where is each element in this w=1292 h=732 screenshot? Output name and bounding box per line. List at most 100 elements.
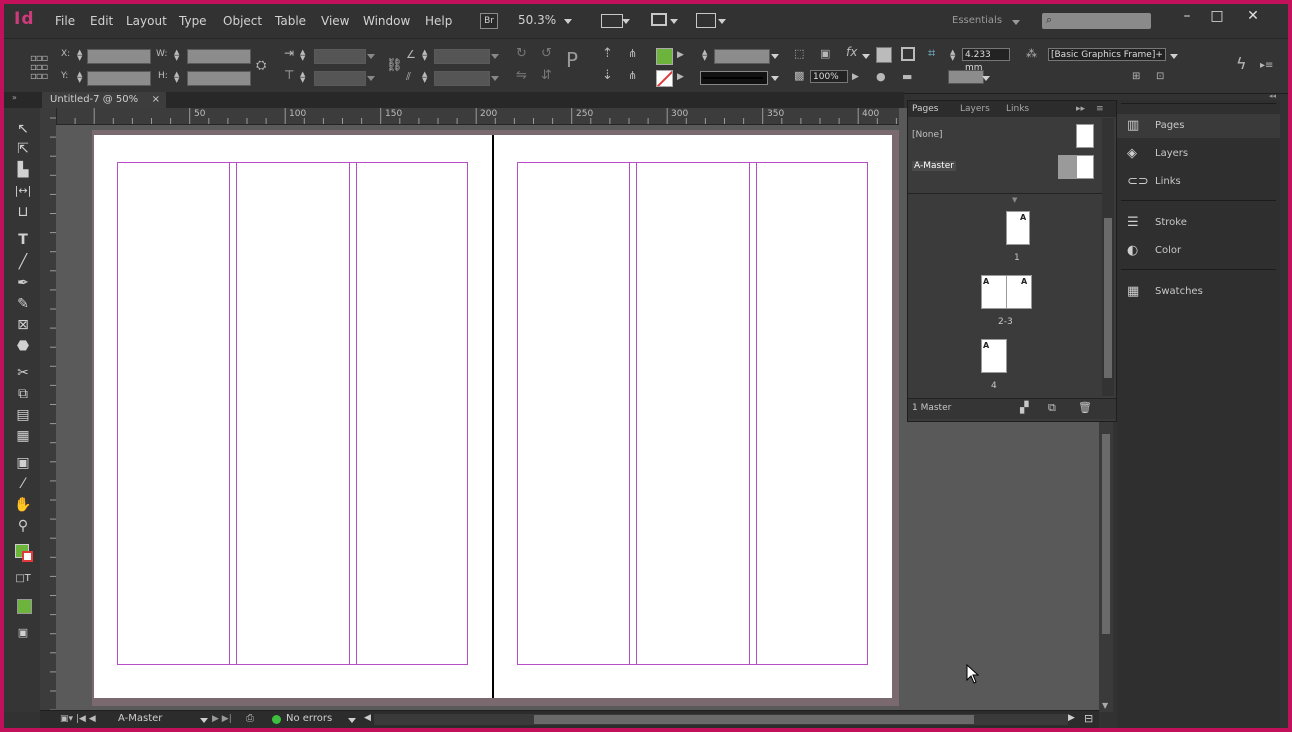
fill-frame-icon[interactable]: ▬ <box>902 70 912 83</box>
scroll-left-icon[interactable]: ◀ <box>364 713 371 723</box>
x-field[interactable] <box>87 49 151 64</box>
stroke-play-icon[interactable]: ▶ <box>677 71 684 84</box>
dock-separator[interactable] <box>1121 200 1276 205</box>
preflight-chevron-down-icon[interactable] <box>348 718 356 723</box>
pages-panel-scroll-thumb[interactable] <box>1104 218 1112 378</box>
rotate-cw-icon[interactable]: ↻ <box>516 47 527 60</box>
select-previous-icon[interactable]: ⋔ <box>628 47 637 60</box>
content-collector-tool-icon[interactable]: ⊔ <box>13 203 33 221</box>
h-field[interactable] <box>187 71 251 86</box>
dock-item-pages[interactable]: ▥ Pages <box>1117 114 1280 138</box>
scale-y-spinner-icon[interactable]: ▲ ▼ <box>300 71 305 84</box>
panel-divider[interactable] <box>908 193 1102 196</box>
stroke-type-dropdown[interactable] <box>700 71 768 85</box>
arrange-chevron-down-icon[interactable] <box>718 19 726 24</box>
formatting-affects-container-icon[interactable]: □T <box>13 570 33 588</box>
panel-collapse-icon[interactable]: ▸▸ <box>1076 104 1085 114</box>
dock-item-color[interactable]: ◐ Color <box>1117 239 1280 263</box>
zoom-level-dropdown[interactable]: 50.3% <box>518 13 556 27</box>
x-spinner-icon[interactable]: ▲ ▼ <box>77 49 82 62</box>
collapse-toolbox-icon[interactable]: » <box>12 93 17 102</box>
frame-fitting-icon[interactable]: ⊡ <box>1156 70 1164 83</box>
scale-x-field[interactable] <box>314 49 366 64</box>
text-wrap-box-icon[interactable]: ▣ <box>820 47 830 60</box>
screen-mode-chevron-down-icon[interactable] <box>670 19 678 24</box>
page-field-chevron-down-icon[interactable] <box>200 718 208 723</box>
shear-field[interactable] <box>434 71 490 86</box>
scissors-tool-icon[interactable]: ✂ <box>13 364 33 382</box>
horizontal-ruler[interactable]: 50 100 150 200 250 300 350 400 <box>56 108 904 125</box>
polygon-tool-icon[interactable]: ⬣ <box>13 337 33 355</box>
search-input[interactable]: ⌕ <box>1042 13 1151 29</box>
menu-type[interactable]: Type <box>179 14 207 28</box>
dock-item-stroke[interactable]: ☰ Stroke <box>1117 211 1280 235</box>
dock-grip[interactable] <box>1121 103 1276 108</box>
opacity-play-icon[interactable]: ▶ <box>852 71 859 84</box>
menu-file[interactable]: File <box>55 14 75 28</box>
view-options-icon[interactable] <box>601 14 623 28</box>
vertical-scroll-thumb[interactable] <box>1102 434 1110 634</box>
select-container-icon[interactable]: ⇡ <box>602 47 613 60</box>
scale-y-field[interactable] <box>314 71 366 86</box>
stroke-type-chevron-down-icon[interactable] <box>771 76 779 81</box>
reference-point-icon[interactable]: ▫▫▫ ▫▫▫ ▫▫▫ <box>30 54 48 82</box>
page-4-thumbnail[interactable]: A <box>981 339 1007 373</box>
frame-corner-chevron-down-icon[interactable] <box>982 76 990 81</box>
shadow-toggle-icon[interactable] <box>876 47 892 63</box>
menu-table[interactable]: Table <box>275 14 306 28</box>
constrain-proportions-icon[interactable]: ⛭ <box>256 59 266 72</box>
menu-layout[interactable]: Layout <box>126 14 167 28</box>
fill-swatch[interactable] <box>656 48 673 65</box>
horizontal-scrollbar[interactable] <box>374 714 1068 725</box>
menu-edit[interactable]: Edit <box>90 14 113 28</box>
dock-item-layers[interactable]: ◈ Layers <box>1117 142 1280 166</box>
preflight-status[interactable]: No errors <box>286 713 332 724</box>
view-options-chevron-down-icon[interactable] <box>622 19 630 24</box>
object-style-dropdown[interactable]: [Basic Graphics Frame]+ <box>1048 48 1166 61</box>
master-none-thumbnail[interactable] <box>1076 124 1094 148</box>
h-spinner-icon[interactable]: ▲ ▼ <box>174 71 179 84</box>
rotate-spinner-icon[interactable]: ▲ ▼ <box>422 49 427 62</box>
menu-help[interactable]: Help <box>425 14 452 28</box>
divider-grip-icon[interactable]: ▼ <box>1012 196 1017 204</box>
scale-y-chevron-down-icon[interactable] <box>367 76 375 81</box>
stroke-frame-spinner-icon[interactable]: ▲ ▼ <box>950 49 955 62</box>
split-window-icon[interactable]: ⊟ <box>1084 712 1093 725</box>
tab-layers[interactable]: Layers <box>960 104 990 114</box>
type-tool-icon[interactable]: T <box>13 231 33 249</box>
stroke-weight-spinner-icon[interactable]: ▲ ▼ <box>702 49 707 62</box>
master-none-row[interactable]: [None] <box>908 118 1102 154</box>
zoom-tool-icon[interactable]: ⚲ <box>13 517 33 535</box>
fill-play-icon[interactable]: ▶ <box>677 49 684 62</box>
text-wrap-none-icon[interactable]: ⬚ <box>794 47 804 60</box>
menu-view[interactable]: View <box>321 14 349 28</box>
pen-tool-icon[interactable]: ✒ <box>13 274 33 292</box>
quick-apply-lightning-icon[interactable]: ϟ <box>1236 56 1247 72</box>
scale-x-chevron-down-icon[interactable] <box>367 54 375 59</box>
panel-menu-icon[interactable]: ≡ <box>1096 104 1104 114</box>
tab-pages[interactable]: Pages <box>912 104 938 114</box>
control-panel-menu-icon[interactable]: ▸≡ <box>1260 59 1273 72</box>
arrange-documents-icon[interactable] <box>696 13 716 28</box>
opacity-field[interactable]: 100% <box>810 70 848 83</box>
dock-item-links[interactable]: ⊂⊃ Links <box>1117 170 1280 194</box>
right-page[interactable] <box>494 135 892 698</box>
scroll-right-icon[interactable]: ▶ <box>1068 713 1075 723</box>
effects-fx-icon[interactable]: fx <box>846 46 857 59</box>
page-3-thumbnail[interactable]: A <box>1006 275 1032 309</box>
scale-x-spinner-icon[interactable]: ▲ ▼ <box>300 49 305 62</box>
free-transform-tool-icon[interactable]: ⧉ <box>13 385 33 403</box>
page-next-icon[interactable]: ▶ ▶| <box>212 714 232 724</box>
direct-selection-tool-icon[interactable]: ⇱ <box>13 140 33 158</box>
w-spinner-icon[interactable]: ▲ ▼ <box>174 49 179 62</box>
page-tool-icon[interactable]: ▙ <box>13 161 33 179</box>
y-field[interactable] <box>87 71 151 86</box>
line-tool-icon[interactable]: ╱ <box>13 253 33 271</box>
flip-horizontal-icon[interactable]: ⇋ <box>516 69 527 82</box>
rotate-ccw-icon[interactable]: ↺ <box>541 47 552 60</box>
new-page-icon[interactable]: ⧉ <box>1048 401 1056 415</box>
rectangle-frame-tool-icon[interactable]: ⊠ <box>13 316 33 334</box>
left-page[interactable] <box>94 135 492 698</box>
effects-chevron-down-icon[interactable] <box>862 54 870 59</box>
frame-fit-icon[interactable] <box>901 47 915 61</box>
